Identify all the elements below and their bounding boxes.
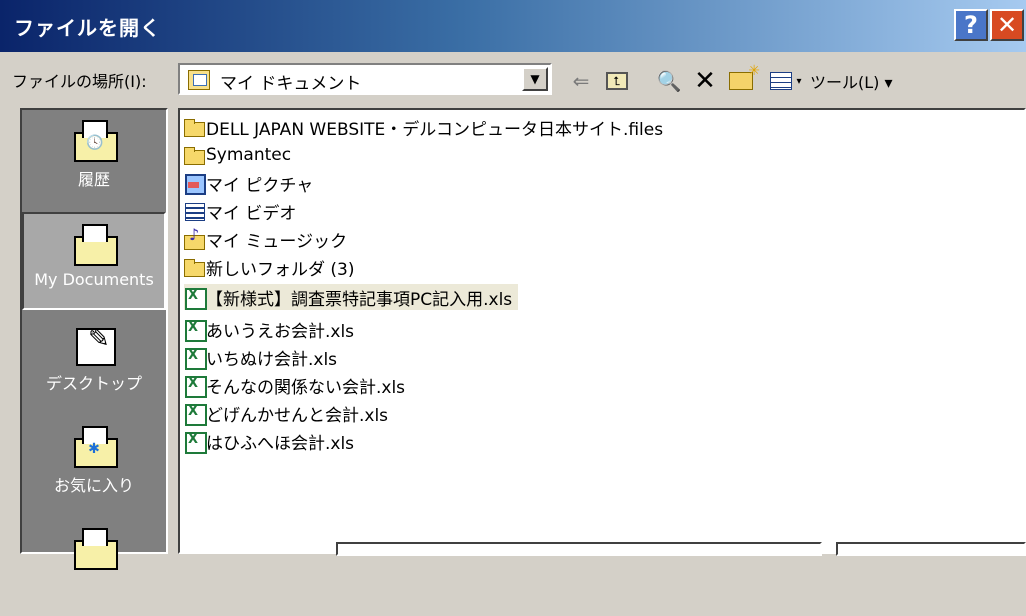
open-file-dialog: ファイルを開く ? ✕ ファイルの場所(I): マイ ドキュメント ▼ ⇐ ⮤ … bbox=[0, 0, 1026, 570]
folder-icon bbox=[184, 145, 205, 165]
file-name: マイ ミュージック bbox=[206, 231, 348, 252]
list-item-selected[interactable]: 【新様式】調査票特記事項PC記入用.xls bbox=[184, 284, 519, 310]
search-web-button[interactable]: 🔍 bbox=[654, 68, 684, 94]
place-label: My Documents bbox=[34, 270, 154, 289]
views-button[interactable]: ▾ bbox=[766, 68, 806, 94]
list-item[interactable]: いちぬけ会計.xls bbox=[184, 344, 337, 370]
back-arrow-icon: ⇐ bbox=[572, 69, 590, 93]
chevron-down-icon[interactable]: ▼ bbox=[522, 67, 548, 91]
list-item[interactable]: マイ ピクチャ bbox=[184, 170, 313, 196]
list-item[interactable]: マイ ミュージック bbox=[184, 225, 348, 252]
tools-label: ツール(L) ▾ bbox=[810, 73, 893, 92]
place-label: お気に入り bbox=[53, 476, 134, 495]
list-item[interactable]: 新しいフォルダ (3) bbox=[184, 254, 354, 280]
location-row: ファイルの場所(I): マイ ドキュメント ▼ ⇐ ⮤ 🔍 ✕ ▾ ツール(L)… bbox=[0, 56, 1026, 100]
star-icon: ✱ bbox=[88, 441, 100, 457]
delete-icon: ✕ bbox=[694, 66, 716, 96]
file-name: Symantec bbox=[206, 145, 292, 165]
places-bar: 🕓 履歴 My Documents デスクトップ ✱ お気に入り bbox=[20, 108, 168, 570]
file-name: 新しいフォルダ (3) bbox=[206, 259, 355, 280]
file-name: マイ ビデオ bbox=[206, 203, 297, 224]
back-button[interactable]: ⇐ bbox=[566, 68, 596, 94]
folder-icon bbox=[184, 117, 205, 137]
file-name: 【新様式】調査票特記事項PC記入用.xls bbox=[206, 289, 513, 310]
place-history[interactable]: 🕓 履歴 bbox=[22, 110, 166, 208]
title-bar[interactable]: ファイルを開く ? ✕ bbox=[0, 0, 1026, 52]
place-next[interactable] bbox=[22, 518, 166, 616]
views-icon bbox=[770, 72, 793, 90]
favorites-folder-icon: ✱ bbox=[72, 426, 118, 468]
search-web-icon: 🔍 bbox=[656, 69, 682, 93]
list-item[interactable]: あいうえお会計.xls bbox=[184, 316, 354, 342]
file-name: いちぬけ会計.xls bbox=[206, 349, 338, 370]
tools-menu-button[interactable]: ツール(L) ▾ bbox=[810, 68, 930, 94]
music-folder-icon bbox=[184, 225, 205, 250]
excel-file-icon bbox=[184, 403, 207, 426]
place-favorites[interactable]: ✱ お気に入り bbox=[22, 416, 166, 514]
excel-file-icon bbox=[184, 319, 207, 342]
place-label: デスクトップ bbox=[45, 374, 142, 393]
new-folder-icon bbox=[729, 63, 760, 90]
delete-button[interactable]: ✕ bbox=[690, 66, 720, 96]
desktop-icon bbox=[72, 324, 116, 366]
list-item[interactable]: はひふへほ会計.xls bbox=[184, 428, 354, 454]
file-name: そんなの関係ない会計.xls bbox=[206, 377, 406, 398]
file-name: どげんかせんと会計.xls bbox=[206, 405, 389, 426]
clock-icon: 🕓 bbox=[86, 135, 104, 151]
file-name: DELL JAPAN WEBSITE・デルコンピュータ日本サイト.files bbox=[206, 119, 664, 140]
list-item[interactable]: そんなの関係ない会計.xls bbox=[184, 372, 405, 398]
look-in-dropdown[interactable]: マイ ドキュメント ▼ bbox=[178, 63, 552, 95]
up-one-level-button[interactable]: ⮤ bbox=[602, 68, 632, 94]
place-label: 履歴 bbox=[77, 170, 110, 189]
place-desktop[interactable]: デスクトップ bbox=[22, 314, 166, 412]
excel-file-icon bbox=[184, 347, 207, 370]
close-button[interactable]: ✕ bbox=[990, 9, 1024, 41]
my-documents-folder-icon bbox=[72, 224, 118, 266]
list-item[interactable]: DELL JAPAN WEBSITE・デルコンピュータ日本サイト.files bbox=[184, 114, 663, 140]
excel-file-icon bbox=[184, 431, 207, 454]
help-icon: ? bbox=[964, 11, 978, 39]
pictures-folder-icon bbox=[184, 173, 206, 195]
excel-file-icon bbox=[184, 287, 207, 310]
window-title: ファイルを開く bbox=[14, 16, 161, 40]
views-dropdown-icon: ▾ bbox=[796, 75, 802, 87]
look-in-value: マイ ドキュメント bbox=[220, 74, 362, 94]
look-in-label: ファイルの場所(I): bbox=[12, 72, 147, 91]
video-folder-icon bbox=[184, 201, 205, 221]
up-one-level-icon: ⮤ bbox=[606, 72, 628, 90]
excel-file-icon bbox=[184, 375, 207, 398]
list-item[interactable]: Symantec bbox=[184, 142, 291, 168]
list-item[interactable]: マイ ビデオ bbox=[184, 198, 296, 224]
my-documents-icon bbox=[188, 70, 210, 90]
file-name: マイ ピクチャ bbox=[206, 175, 314, 196]
file-name: あいうえお会計.xls bbox=[206, 321, 355, 342]
list-item[interactable]: どげんかせんと会計.xls bbox=[184, 400, 388, 426]
network-folder-icon bbox=[72, 528, 118, 570]
folder-icon bbox=[184, 257, 205, 277]
file-list[interactable]: DELL JAPAN WEBSITE・デルコンピュータ日本サイト.files S… bbox=[178, 108, 1026, 554]
file-name: はひふへほ会計.xls bbox=[206, 433, 355, 454]
history-folder-icon: 🕓 bbox=[72, 120, 118, 162]
close-icon: ✕ bbox=[996, 11, 1018, 39]
place-my-documents[interactable]: My Documents bbox=[22, 212, 166, 310]
new-folder-button[interactable] bbox=[724, 63, 760, 94]
help-button[interactable]: ? bbox=[954, 9, 988, 41]
